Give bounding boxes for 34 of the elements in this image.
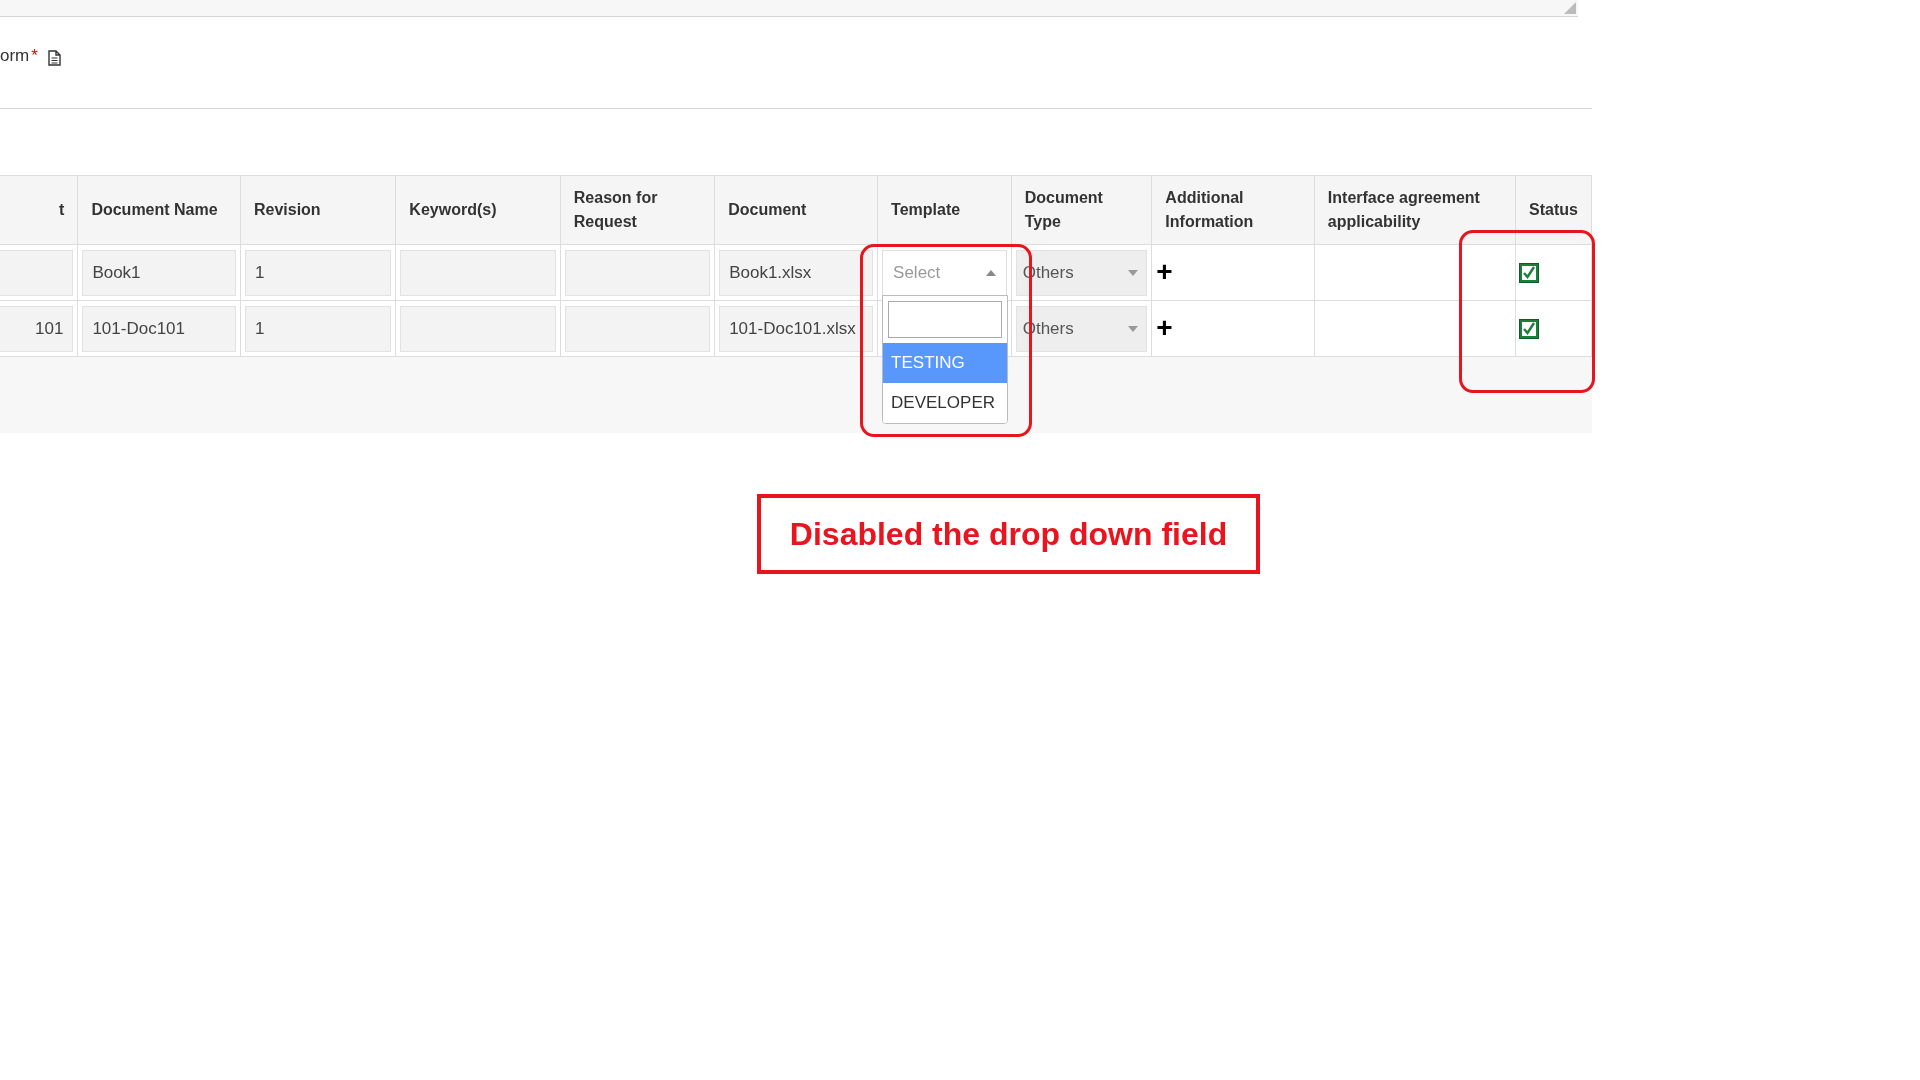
column-header: Interface agreement applicability: [1327, 189, 1480, 230]
readonly-field[interactable]: 101: [0, 305, 74, 352]
readonly-field[interactable]: 1: [244, 305, 392, 352]
readonly-field[interactable]: 101-Doc101.xlsx: [719, 305, 874, 352]
column-header: Reason for Request: [573, 189, 658, 230]
status-checkbox[interactable]: [1519, 262, 1539, 283]
annotation-text: Disabled the drop down field: [789, 515, 1228, 554]
readonly-field[interactable]: Book1.xlsx: [719, 249, 874, 296]
readonly-field[interactable]: [400, 249, 556, 296]
column-header: Document Name: [91, 201, 218, 218]
column-header: Revision: [253, 201, 321, 218]
caret-icon: [1128, 325, 1139, 332]
column-header: Keyword(s): [409, 201, 497, 218]
search-field[interactable]: [888, 301, 1003, 338]
status-checkbox[interactable]: [1519, 318, 1539, 339]
add-button[interactable]: +: [1154, 257, 1175, 286]
readonly-field[interactable]: 1: [244, 249, 392, 296]
column-header: Document Type: [1024, 189, 1103, 230]
form-label: orm: [0, 44, 30, 67]
readonly-field[interactable]: Book1: [82, 249, 236, 296]
readonly-field[interactable]: 101-Doc101: [82, 305, 236, 352]
column-header: Additional Information: [1165, 189, 1254, 230]
column-header: t: [59, 201, 65, 218]
column-header: Template: [891, 201, 961, 218]
column-header: Document: [728, 201, 807, 218]
add-button[interactable]: +: [1154, 313, 1175, 342]
required-mark: *: [31, 44, 38, 67]
column-header: Status: [1529, 201, 1578, 218]
readonly-field[interactable]: [400, 305, 556, 352]
document-icon[interactable]: [47, 49, 61, 66]
resize-handle-icon[interactable]: [1564, 2, 1576, 14]
readonly-field[interactable]: [564, 249, 711, 296]
readonly-field[interactable]: [564, 305, 711, 352]
caret-icon: [1128, 269, 1139, 276]
